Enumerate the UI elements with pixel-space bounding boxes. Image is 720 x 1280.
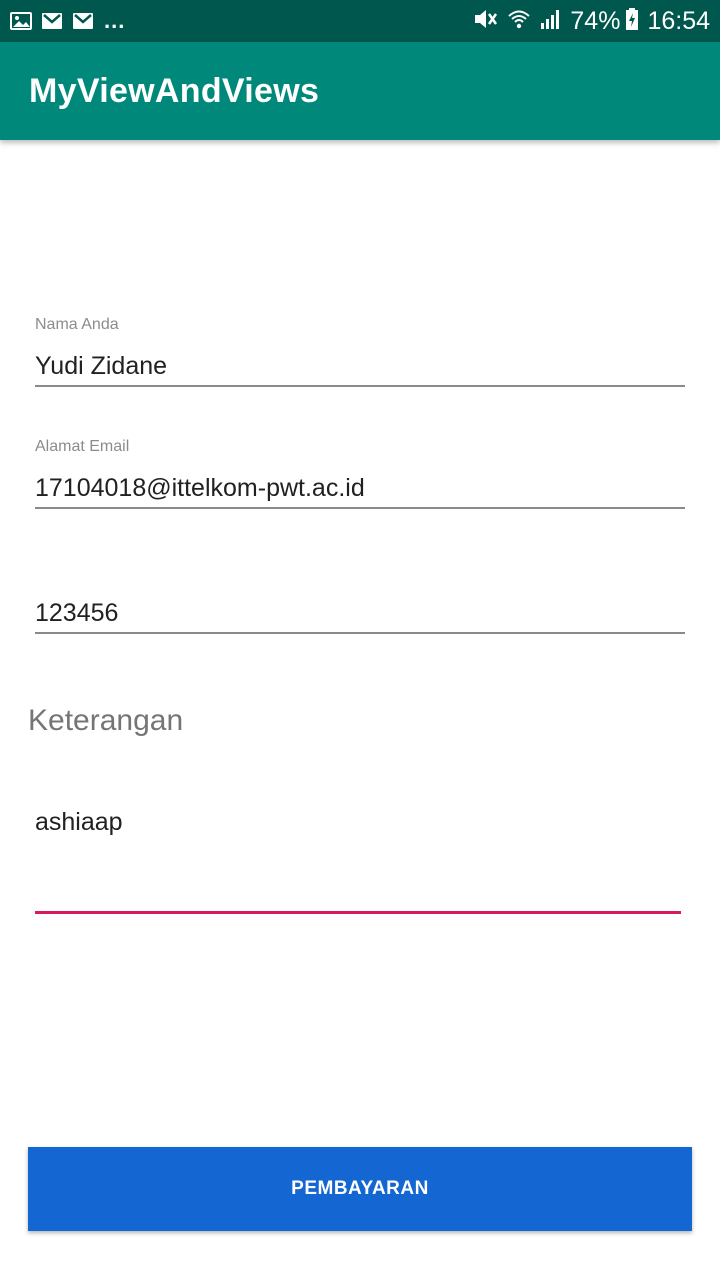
gmail-icon bbox=[72, 12, 94, 30]
gmail-icon bbox=[41, 12, 63, 30]
notification-icons: ... bbox=[10, 8, 125, 34]
clock: 16:54 bbox=[647, 6, 710, 35]
email-field-underline bbox=[35, 507, 685, 509]
app-title: MyViewAndViews bbox=[29, 72, 320, 110]
notes-input[interactable]: ashiaap bbox=[35, 808, 123, 837]
email-field-label: Alamat Email bbox=[35, 438, 130, 455]
name-field[interactable]: Nama Anda Yudi Zidane bbox=[35, 314, 685, 390]
signal-icon bbox=[540, 7, 562, 36]
status-bar: ... 74% 16:54 bbox=[0, 0, 720, 42]
name-field-underline bbox=[35, 385, 685, 387]
more-notifications: ... bbox=[104, 8, 126, 33]
app-bar: MyViewAndViews bbox=[0, 42, 720, 140]
system-icons: 74% 16:54 bbox=[463, 7, 710, 35]
notes-field-underline-focused bbox=[35, 911, 681, 914]
number-field-underline bbox=[35, 632, 685, 634]
notes-section-label: Keterangan bbox=[28, 704, 184, 737]
battery-percent: 74% bbox=[570, 6, 621, 35]
name-field-label: Nama Anda bbox=[35, 316, 119, 333]
email-input[interactable]: 17104018@ittelkom-pwt.ac.id bbox=[35, 474, 365, 503]
name-input[interactable]: Yudi Zidane bbox=[35, 352, 167, 381]
wifi-icon bbox=[507, 7, 531, 36]
image-icon bbox=[10, 12, 32, 30]
number-field[interactable]: 123456 bbox=[35, 560, 685, 636]
battery-charging-icon bbox=[625, 7, 639, 36]
email-field[interactable]: Alamat Email 17104018@ittelkom-pwt.ac.id bbox=[35, 436, 685, 512]
mute-icon bbox=[472, 7, 498, 36]
pay-button[interactable]: PEMBAYARAN bbox=[28, 1147, 692, 1231]
number-input[interactable]: 123456 bbox=[35, 599, 118, 628]
